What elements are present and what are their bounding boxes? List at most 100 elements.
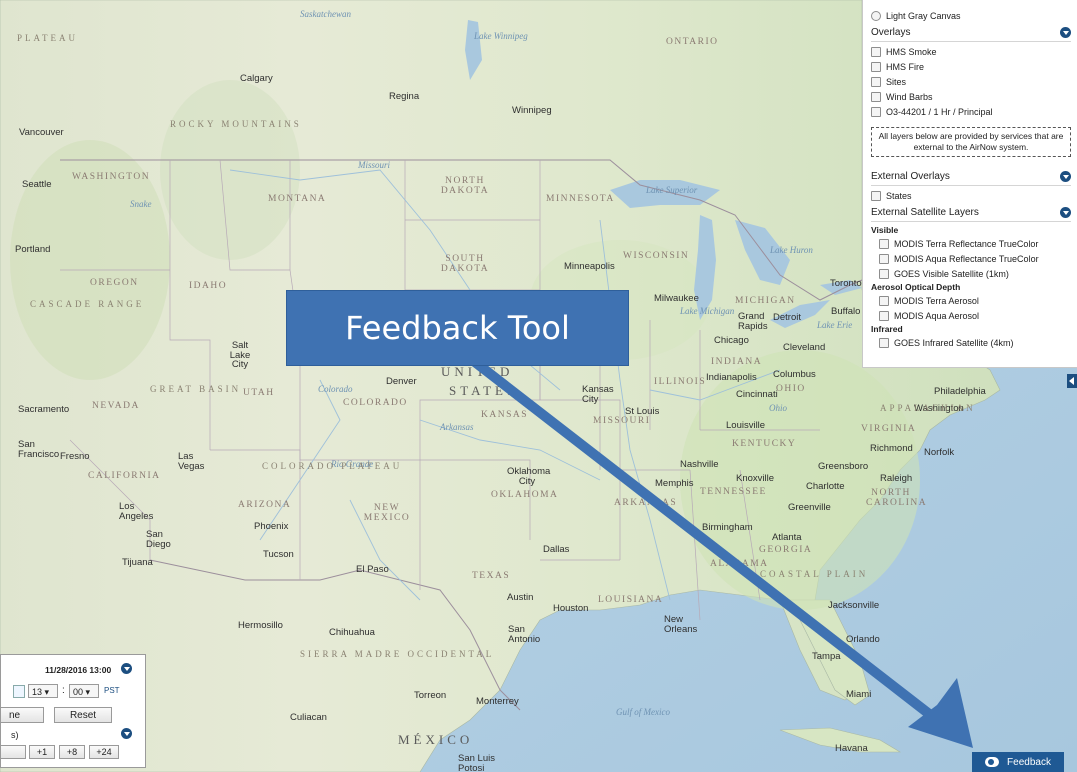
chevron-down-icon[interactable] [121,663,132,674]
satellite-item[interactable]: GOES Visible Satellite (1km) [871,266,1071,281]
city-label: Richmond [870,443,913,454]
checkbox[interactable] [871,46,881,57]
city-label: Toronto [830,278,862,289]
satellite-label: MODIS Aqua Aerosol [894,310,980,321]
satellite-item[interactable]: GOES Infrared Satellite (4km) [871,335,1071,350]
region-label: APPALACHIAN [880,403,976,413]
city-label: Havana [835,743,868,754]
overlay-item-states[interactable]: States [871,188,1071,203]
city-label: Louisville [726,420,766,431]
time-separator: : [62,685,65,696]
satellite-label: GOES Visible Satellite (1km) [894,268,1009,279]
overlay-label: O3-44201 / 1 Hr / Principal [886,106,993,117]
chevron-down-icon[interactable] [1060,26,1071,38]
minute-select[interactable]: 00 ▾ [69,684,99,698]
annotation-callout: Feedback Tool [286,290,629,366]
calendar-icon[interactable] [13,685,25,698]
basemap-option-light-gray[interactable]: Light Gray Canvas [871,8,1071,23]
water-label: Lake Winnipeg [474,31,528,41]
state-label: OKLAHOMA [491,490,559,500]
checkbox[interactable] [879,295,889,306]
hour-select[interactable]: 13 ▾ [28,684,58,698]
step-plus-1-button[interactable]: +1 [29,745,55,759]
overlay-item-hms-smoke[interactable]: HMS Smoke [871,44,1071,59]
city-label: Seattle [22,179,52,190]
overlays-title: Overlays [871,26,911,38]
city-label: Fresno [60,451,90,462]
state-label: MONTANA [268,194,327,204]
city-label: Charlotte [806,481,845,492]
region-label: ROCKY MOUNTAINS [170,119,302,129]
city-label: San Diego [146,529,171,550]
step-button-blank[interactable] [0,745,26,759]
city-label: Winnipeg [512,105,552,116]
city-label: Las Vegas [178,451,205,472]
timezone-label: PST [104,686,120,695]
satellite-item[interactable]: MODIS Aqua Aerosol [871,308,1071,323]
city-label: Tijuana [122,557,153,568]
city-label: Tampa [812,651,841,662]
city-label: Grand Rapids [738,311,768,332]
checkbox[interactable] [879,253,889,264]
overlays-header[interactable]: Overlays [871,23,1071,42]
satellite-item[interactable]: MODIS Terra Reflectance TrueColor [871,236,1071,251]
overlay-label: HMS Fire [886,61,924,72]
checkbox[interactable] [871,76,881,87]
chevron-down-icon[interactable] [1060,206,1071,218]
layer-panel: Light Gray Canvas Overlays HMS Smoke HMS… [862,0,1077,368]
state-label: VIRGINIA [861,424,917,434]
step-plus-8-button[interactable]: +8 [59,745,85,759]
city-label: Houston [553,603,589,614]
city-label: San Antonio [508,624,541,645]
region-label: COASTAL PLAIN [760,569,869,579]
external-layers-note: All layers below are provided by service… [871,127,1071,157]
checkbox[interactable] [871,91,881,102]
state-label: GEORGIA [759,545,813,555]
chevron-down-icon[interactable] [1060,170,1071,182]
current-datetime: 11/28/2016 13:00 [45,665,112,675]
checkbox[interactable] [871,61,881,72]
radio-button[interactable] [871,10,881,21]
time-button[interactable]: ne [0,707,44,723]
external-satellite-header[interactable]: External Satellite Layers [871,203,1071,222]
city-label: Orlando [846,634,880,645]
overlay-label: Sites [886,76,907,87]
state-label: ARKANSAS [614,498,678,508]
checkbox[interactable] [871,190,881,201]
state-label: ILLINOIS [654,377,707,387]
city-label: Torreon [414,690,447,701]
panel-collapse-toggle[interactable] [1067,374,1077,388]
state-label: MISSOURI [593,416,651,426]
city-label: Denver [386,376,417,387]
checkbox[interactable] [879,310,889,321]
checkbox[interactable] [879,268,889,279]
city-label: Birmingham [702,522,753,533]
city-label: San Francisco [18,439,60,460]
checkbox[interactable] [879,238,889,249]
region-label: COLORADO PLATEAU [262,461,403,471]
reset-button[interactable]: Reset [54,707,112,723]
country-label: UNITED [441,364,514,379]
water-label: Lake Superior [646,185,698,195]
water-label: Colorado [318,384,353,394]
city-label: Milwaukee [654,293,699,304]
satellite-item[interactable]: MODIS Terra Aerosol [871,293,1071,308]
checkbox[interactable] [871,106,881,117]
external-overlays-header[interactable]: External Overlays [871,167,1071,186]
city-label: Calgary [240,73,273,84]
step-plus-24-button[interactable]: +24 [89,745,119,759]
checkbox[interactable] [879,337,889,348]
overlay-item-wind-barbs[interactable]: Wind Barbs [871,89,1071,104]
feedback-button[interactable]: Feedback [972,752,1064,772]
city-label: Cincinnati [736,389,778,400]
satellite-item[interactable]: MODIS Aqua Reflectance TrueColor [871,251,1071,266]
overlay-item-sites[interactable]: Sites [871,74,1071,89]
region-label: GREAT BASIN [150,384,242,394]
state-label: UTAH [243,388,275,398]
water-label: Lake Michigan [680,306,735,316]
state-label: COLORADO [343,398,408,408]
chevron-down-icon[interactable] [121,728,132,739]
overlay-item-o3[interactable]: O3-44201 / 1 Hr / Principal [871,104,1071,119]
overlay-item-hms-fire[interactable]: HMS Fire [871,59,1071,74]
city-label: Chihuahua [329,627,375,638]
